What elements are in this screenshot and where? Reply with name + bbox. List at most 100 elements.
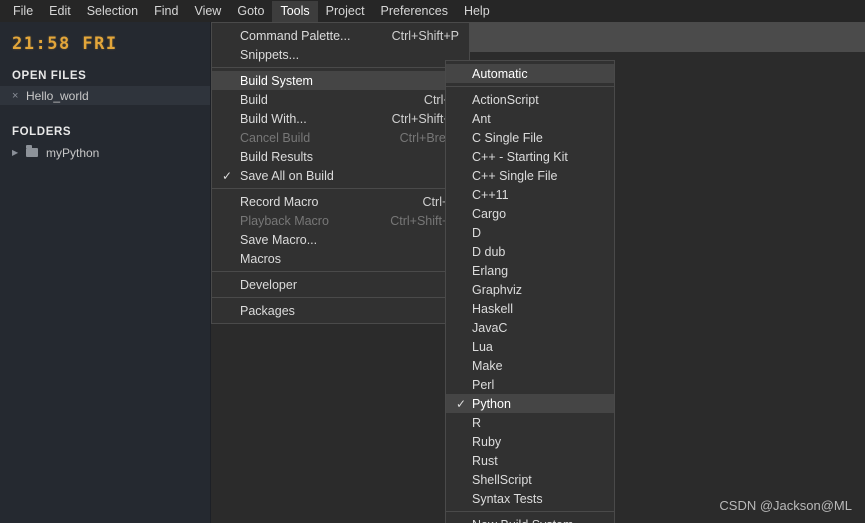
menu-item-label: Build With... (240, 111, 307, 126)
menu-item-label: C++ - Starting Kit (472, 149, 568, 164)
menu-item-label: Lua (472, 339, 493, 354)
menu-item-label: Record Macro (240, 194, 319, 209)
tools-menu-item-playback-macro: Playback Macro Ctrl+Shift+Q (212, 211, 469, 230)
menu-item-label: JavaC (472, 320, 508, 335)
tools-menu-item-developer[interactable]: Developer› (212, 275, 469, 294)
menubar-item-edit[interactable]: Edit (41, 1, 79, 22)
menu-item-label: Save All on Build (240, 168, 334, 183)
menu-item-label: D (472, 225, 482, 240)
build-system-item-haskell[interactable]: Haskell (446, 299, 614, 318)
open-file-row[interactable]: × Hello_world (0, 86, 210, 105)
tools-menu-item-macros[interactable]: Macros› (212, 249, 469, 268)
sidebar-heading-folders: FOLDERS (12, 126, 72, 138)
menu-item-label: Haskell (472, 301, 513, 316)
build-system-item-graphviz[interactable]: Graphviz (446, 280, 614, 299)
tools-menu-item-save-all-on-build[interactable]: ✓ Save All on Build (212, 166, 469, 185)
menu-item-label: Ruby (472, 434, 502, 449)
menubar-item-tools[interactable]: Tools (272, 0, 318, 22)
build-system-item-shellscript[interactable]: ShellScript (446, 470, 614, 489)
menubar-item-find[interactable]: Find (146, 1, 186, 22)
open-files-list: × Hello_world (0, 86, 210, 105)
build-system-item-make[interactable]: Make (446, 356, 614, 375)
menu-item-label: C++11 (472, 187, 509, 202)
folder-label: myPython (46, 145, 100, 160)
close-icon[interactable]: × (12, 90, 26, 102)
tools-menu-item-save-macro[interactable]: Save Macro... (212, 230, 469, 249)
open-file-label: Hello_world (26, 88, 89, 103)
build-system-item-d[interactable]: D (446, 223, 614, 242)
build-system-item-javac[interactable]: JavaC (446, 318, 614, 337)
menu-item-label: Save Macro... (240, 232, 318, 247)
menu-item-label: Erlang (472, 263, 509, 278)
chevron-right-icon[interactable]: ▶ (12, 148, 26, 157)
build-system-item-ant[interactable]: Ant (446, 109, 614, 128)
menu-separator (446, 86, 614, 87)
menu-item-label: Syntax Tests (472, 491, 543, 506)
build-system-item-perl[interactable]: Perl (446, 375, 614, 394)
menu-item-label: Command Palette... (240, 28, 351, 43)
build-system-item-actionscript[interactable]: ActionScript (446, 90, 614, 109)
tools-menu-item-build-results[interactable]: Build Results› (212, 147, 469, 166)
build-system-item-new-build-system[interactable]: New Build System... (446, 515, 614, 523)
tools-menu-item-build-with[interactable]: Build With... Ctrl+Shift+B (212, 109, 469, 128)
tools-menu-item-build-system[interactable]: Build System› (212, 71, 469, 90)
menu-separator (212, 297, 469, 298)
tools-dropdown-menu: Command Palette... Ctrl+Shift+P Snippets..… (211, 22, 470, 324)
build-system-item-syntax-tests[interactable]: Syntax Tests (446, 489, 614, 508)
folder-row[interactable]: ▶ myPython (0, 143, 210, 162)
build-system-item-r[interactable]: R (446, 413, 614, 432)
build-system-item-python[interactable]: ✓ Python (446, 394, 614, 413)
menu-item-label: C Single File (472, 130, 543, 145)
sidebar-clock: 21:58 FRI (12, 34, 118, 54)
menubar-item-project[interactable]: Project (318, 1, 373, 22)
menu-item-label: R (472, 415, 482, 430)
tools-menu-item-record-macro[interactable]: Record Macro Ctrl+Q (212, 192, 469, 211)
build-system-item-c-11[interactable]: C++11 (446, 185, 614, 204)
menu-item-label: Automatic (472, 66, 528, 81)
menubar-item-preferences[interactable]: Preferences (373, 1, 456, 22)
menubar-item-goto[interactable]: Goto (229, 1, 272, 22)
menu-item-label: Ant (472, 111, 491, 126)
menu-item-label: Playback Macro (240, 213, 329, 228)
menu-item-label: Perl (472, 377, 495, 392)
build-system-item-d-dub[interactable]: D dub (446, 242, 614, 261)
check-icon: ✓ (222, 168, 233, 183)
menu-item-label: Cancel Build (240, 130, 311, 145)
menu-separator (212, 67, 469, 68)
menu-item-label: Macros (240, 251, 281, 266)
menu-item-label: Cargo (472, 206, 507, 221)
check-icon: ✓ (456, 396, 467, 411)
menu-item-label: New Build System... (472, 518, 604, 523)
menu-separator (446, 511, 614, 512)
build-system-item-lua[interactable]: Lua (446, 337, 614, 356)
menu-item-label: Packages (240, 303, 295, 318)
build-system-item-c-single-file[interactable]: C++ Single File (446, 166, 614, 185)
build-system-item-erlang[interactable]: Erlang (446, 261, 614, 280)
tools-menu-item-build[interactable]: Build Ctrl+B (212, 90, 469, 109)
menu-bar: File Edit Selection Find View Goto Tools Projec… (0, 0, 865, 22)
sidebar: 21:58 FRI OPEN FILES × Hello_world FOLDER… (0, 22, 211, 523)
sidebar-heading-open-files: OPEN FILES (12, 70, 87, 82)
menubar-item-selection[interactable]: Selection (79, 1, 146, 22)
build-system-item-ruby[interactable]: Ruby (446, 432, 614, 451)
menubar-item-view[interactable]: View (186, 1, 229, 22)
build-system-item-c-single-file[interactable]: C Single File (446, 128, 614, 147)
menu-item-label: Build (240, 92, 268, 107)
build-system-item-cargo[interactable]: Cargo (446, 204, 614, 223)
tools-menu-item-command-palette[interactable]: Command Palette... Ctrl+Shift+P (212, 26, 469, 45)
build-system-item-automatic[interactable]: Automatic (446, 64, 614, 83)
menu-item-label: Build Results (240, 149, 313, 164)
tools-menu-item-snippets[interactable]: Snippets... (212, 45, 469, 64)
menu-item-label: Make (472, 358, 503, 373)
menu-item-label: Developer (240, 277, 297, 292)
menu-separator (212, 188, 469, 189)
menubar-item-help[interactable]: Help (456, 1, 498, 22)
build-system-item-c-starting-kit[interactable]: C++ - Starting Kit (446, 147, 614, 166)
tools-menu-item-packages[interactable]: Packages› (212, 301, 469, 320)
tools-menu-item-cancel-build: Cancel Build Ctrl+Break (212, 128, 469, 147)
folders-list: ▶ myPython (0, 143, 210, 162)
menubar-item-file[interactable]: File (5, 1, 41, 22)
menu-item-label: Build System (240, 73, 313, 88)
build-system-item-rust[interactable]: Rust (446, 451, 614, 470)
folder-icon (26, 145, 38, 157)
